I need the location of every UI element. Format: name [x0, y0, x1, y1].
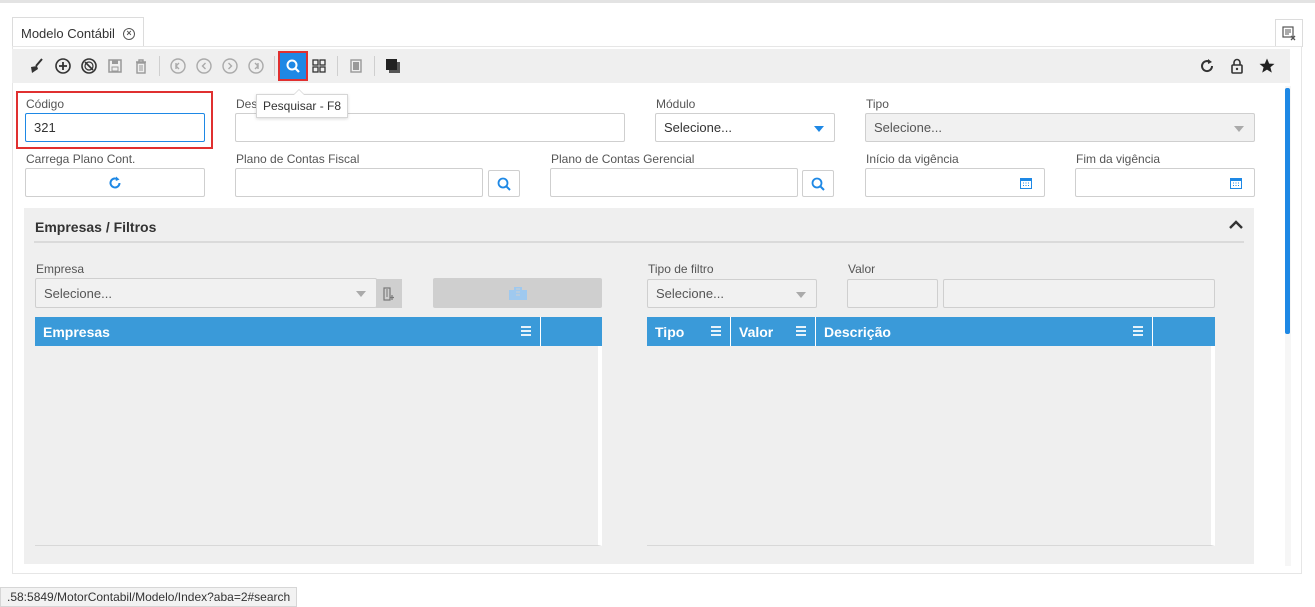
star-icon[interactable] — [1254, 53, 1280, 79]
plus-circle-icon[interactable] — [50, 53, 76, 79]
tab-label: Modelo Contábil — [21, 26, 115, 41]
calendar-icon[interactable] — [1230, 177, 1242, 189]
save-icon[interactable] — [102, 53, 128, 79]
scrollbar-thumb[interactable] — [1285, 88, 1290, 334]
plano-gerencial-search-button[interactable] — [802, 170, 834, 197]
column-empresas[interactable]: Empresas — [35, 317, 541, 346]
copy-icon[interactable] — [343, 53, 369, 79]
window-icon[interactable] — [380, 53, 406, 79]
prev-icon[interactable] — [191, 53, 217, 79]
empresa-label: Empresa — [36, 262, 85, 276]
search-icon — [811, 177, 825, 191]
close-tab-icon[interactable]: × — [122, 27, 135, 40]
tipo-filtro-select[interactable]: Selecione... — [647, 279, 817, 308]
fim-vigencia-field[interactable] — [1075, 168, 1255, 197]
modulo-select[interactable]: Selecione... — [655, 113, 835, 142]
section-title: Empresas / Filtros — [35, 219, 157, 235]
menu-icon[interactable] — [710, 325, 722, 337]
empresas-button[interactable] — [433, 278, 602, 308]
fim-vigencia-label: Fim da vigência — [1076, 152, 1161, 166]
toolbar-right — [1194, 53, 1280, 79]
menu-icon[interactable] — [520, 325, 532, 337]
grid-icon[interactable] — [306, 53, 332, 79]
column-valor[interactable]: Valor — [731, 317, 816, 346]
last-icon[interactable] — [243, 53, 269, 79]
column-label: Tipo — [655, 323, 685, 340]
search-icon — [286, 59, 300, 73]
calendar-icon[interactable] — [1020, 177, 1032, 189]
building-icon — [508, 287, 527, 300]
close-tabs-icon[interactable] — [1275, 19, 1303, 47]
toolbar — [12, 49, 1290, 83]
tipo-label: Tipo — [866, 97, 889, 111]
column-label: Valor — [739, 323, 774, 340]
filtros-grid-body — [647, 346, 1215, 546]
descricao-label: Des — [236, 97, 258, 111]
chevron-down-icon — [796, 292, 806, 298]
cancel-circle-icon[interactable] — [76, 53, 102, 79]
tipo-value: Selecione... — [874, 120, 942, 135]
filtros-grid-header: Tipo Valor Descrição — [647, 317, 1215, 346]
trash-icon[interactable] — [128, 53, 154, 79]
empresas-grid-body — [35, 346, 602, 546]
section-divider — [34, 241, 1244, 243]
inicio-vigencia-field[interactable] — [865, 168, 1045, 197]
search-tooltip: Pesquisar - F8 — [256, 89, 349, 118]
inicio-vigencia-label: Início da vigência — [866, 152, 959, 166]
menu-icon[interactable] — [795, 325, 807, 337]
tipo-filtro-value: Selecione... — [656, 286, 724, 301]
chevron-down-icon — [814, 126, 824, 132]
empresa-add-button[interactable] — [376, 279, 402, 308]
tipo-select[interactable]: Selecione... — [865, 113, 1255, 142]
codigo-label: Código — [26, 97, 65, 111]
refresh-icon[interactable] — [1194, 53, 1220, 79]
first-icon[interactable] — [165, 53, 191, 79]
chevron-down-icon — [1234, 126, 1244, 132]
plano-gerencial-field[interactable] — [550, 168, 798, 197]
toolbar-separator — [374, 56, 375, 76]
column-tipo[interactable]: Tipo — [647, 317, 731, 346]
refresh-icon — [109, 176, 121, 188]
empresa-value: Selecione... — [44, 285, 112, 301]
plano-fiscal-label: Plano de Contas Fiscal — [236, 152, 360, 166]
chevron-down-icon — [356, 291, 366, 297]
plano-fiscal-search-button[interactable] — [488, 170, 520, 197]
modulo-label: Módulo — [656, 97, 696, 111]
empresas-grid-header: Empresas — [35, 317, 602, 346]
status-url: .58:5849/MotorContabil/Modelo/Index?aba=… — [0, 587, 298, 607]
building-add-icon — [383, 286, 394, 301]
carrega-plano-label: Carrega Plano Cont. — [26, 152, 136, 166]
column-label: Descrição — [824, 323, 891, 340]
toolbar-separator — [337, 56, 338, 76]
codigo-field[interactable]: 321 — [25, 113, 205, 142]
carrega-plano-button[interactable] — [25, 168, 205, 197]
search-icon — [497, 177, 511, 191]
valor-label: Valor — [848, 262, 876, 276]
column-descricao[interactable]: Descrição — [816, 317, 1153, 346]
empresa-select[interactable]: Selecione... — [35, 278, 377, 308]
modulo-value: Selecione... — [664, 120, 732, 135]
chevron-up-icon[interactable] — [1228, 218, 1244, 233]
descricao-filtro-field[interactable] — [943, 279, 1215, 308]
valor-field[interactable] — [847, 279, 938, 308]
next-icon[interactable] — [217, 53, 243, 79]
search-button[interactable] — [278, 51, 308, 81]
toolbar-separator — [159, 56, 160, 76]
codigo-value: 321 — [34, 120, 56, 135]
vertical-scrollbar[interactable] — [1285, 86, 1291, 566]
menu-icon[interactable] — [1132, 325, 1144, 337]
tipo-filtro-label: Tipo de filtro — [648, 262, 714, 276]
broom-icon[interactable] — [24, 53, 50, 79]
lock-icon[interactable] — [1224, 53, 1250, 79]
plano-fiscal-field[interactable] — [235, 168, 483, 197]
plano-gerencial-label: Plano de Contas Gerencial — [551, 152, 695, 166]
tab-modelo-contabil[interactable]: Modelo Contábil × — [12, 17, 144, 49]
toolbar-separator — [274, 56, 275, 76]
tab-bar: Modelo Contábil × — [0, 0, 1315, 49]
column-label: Empresas — [43, 323, 110, 340]
